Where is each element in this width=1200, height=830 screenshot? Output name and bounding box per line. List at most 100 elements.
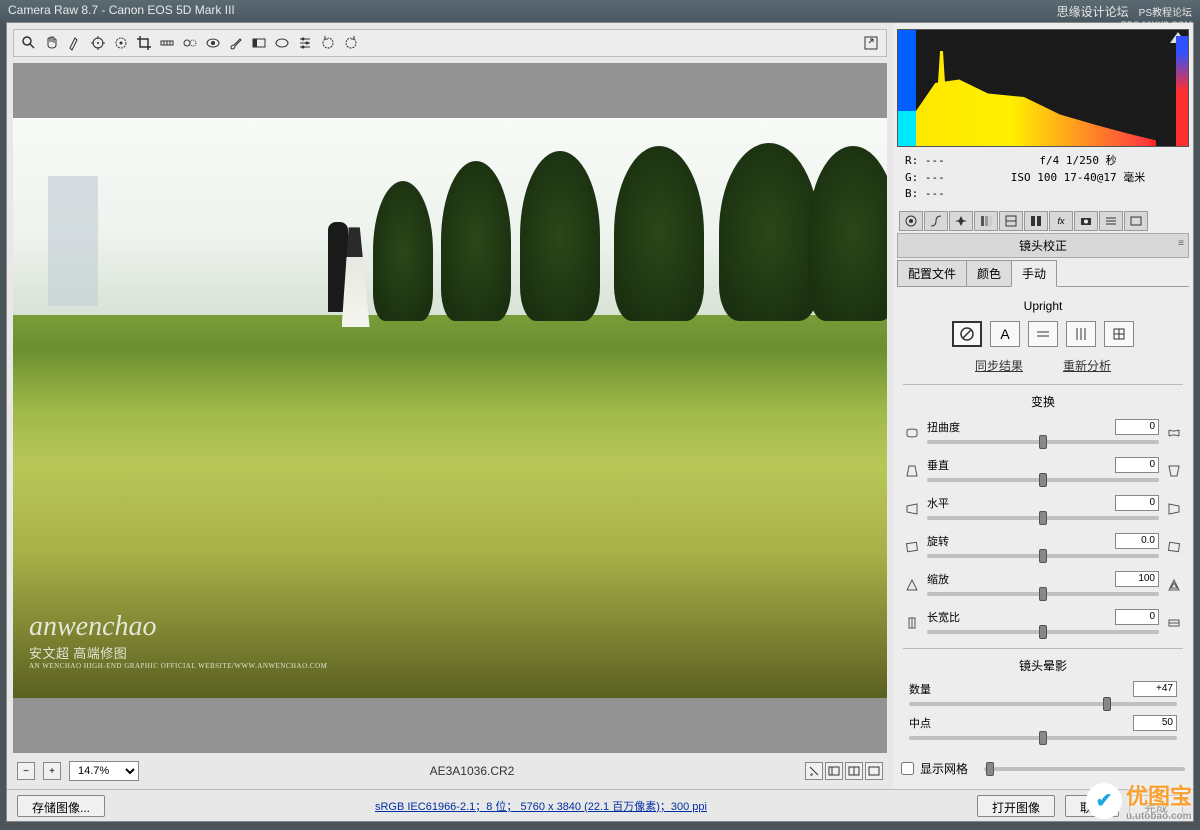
basic-tab-icon[interactable]: [899, 211, 923, 231]
vignette-midpoint-slider[interactable]: [909, 736, 1177, 740]
targeted-adjust-tool[interactable]: [110, 32, 132, 54]
horizontal-icon-right: [1165, 500, 1183, 518]
rotate-value[interactable]: [1115, 533, 1159, 549]
main-window: anwenchao 安文超 高端修图 AN WENCHAO HIGH-END G…: [6, 22, 1194, 822]
site-logo-overlay: ✔ 优图宝 u.utobao.com: [1086, 779, 1192, 822]
vertical-value[interactable]: [1115, 457, 1159, 473]
profile-subtab[interactable]: 配置文件: [897, 260, 967, 286]
preview-mode-4[interactable]: [865, 762, 883, 780]
lens-tab-icon[interactable]: [1024, 211, 1048, 231]
rotate-icon-right: [1165, 538, 1183, 556]
upright-off[interactable]: [952, 321, 982, 347]
vignette-amount-value[interactable]: [1133, 681, 1177, 697]
show-grid-row: 显示网格: [901, 760, 1185, 777]
vignette-midpoint-value[interactable]: [1133, 715, 1177, 731]
upright-level[interactable]: [1028, 321, 1058, 347]
upright-buttons: A: [899, 321, 1187, 347]
fx-tab-icon[interactable]: fx: [1049, 211, 1073, 231]
distortion-value[interactable]: [1115, 419, 1159, 435]
upright-full[interactable]: [1104, 321, 1134, 347]
info-panel: R: ---G: ---B: --- f/4 1/250 秒ISO 100 17…: [897, 147, 1189, 209]
logo-icon: ✔: [1086, 783, 1122, 819]
transform-label: 变换: [899, 393, 1187, 410]
redeye-tool[interactable]: [202, 32, 224, 54]
radial-tool[interactable]: [271, 32, 293, 54]
camera-tab-icon[interactable]: [1074, 211, 1098, 231]
reanalyze-link[interactable]: 重新分析: [1063, 357, 1111, 374]
show-grid-label: 显示网格: [920, 760, 968, 777]
panel-menu-icon[interactable]: ≡: [1178, 238, 1184, 249]
rotate-icon-left: [903, 538, 921, 556]
distortion-slider[interactable]: [927, 440, 1159, 444]
aspect-slider[interactable]: [927, 630, 1159, 634]
rotate-slider[interactable]: [927, 554, 1159, 558]
upright-links: 同步结果 重新分析: [899, 357, 1187, 374]
preview-mode-1[interactable]: [805, 762, 823, 780]
tool-group-left: [18, 32, 362, 54]
color-subtab[interactable]: 颜色: [966, 260, 1012, 286]
titlebar-right: 思缘设计论坛 PS教程论坛 BBS.16XX8.COM: [1057, 3, 1192, 19]
preview-mode-3[interactable]: [845, 762, 863, 780]
aspect-icon-left: [903, 614, 921, 632]
white-balance-tool[interactable]: [64, 32, 86, 54]
gradient-tool[interactable]: [248, 32, 270, 54]
manual-subtab[interactable]: 手动: [1011, 260, 1057, 287]
content-row: anwenchao 安文超 高端修图 AN WENCHAO HIGH-END G…: [7, 23, 1193, 789]
zoom-out-button[interactable]: −: [17, 762, 35, 780]
scale-icon-right: [1165, 576, 1183, 594]
upright-auto[interactable]: A: [990, 321, 1020, 347]
aspect-value[interactable]: [1115, 609, 1159, 625]
curve-tab-icon[interactable]: [924, 211, 948, 231]
zoom-in-button[interactable]: +: [43, 762, 61, 780]
grid-slider[interactable]: [984, 767, 1185, 771]
aspect-slider-row: 长宽比: [899, 606, 1187, 640]
save-image-button[interactable]: 存储图像...: [17, 795, 105, 817]
zoom-tool[interactable]: [18, 32, 40, 54]
show-grid-checkbox[interactable]: [901, 762, 914, 775]
rotate-cw-tool[interactable]: [340, 32, 362, 54]
titlebar: Camera Raw 8.7 - Canon EOS 5D Mark III 思…: [0, 0, 1200, 22]
spot-removal-tool[interactable]: [179, 32, 201, 54]
color-sampler-tool[interactable]: [87, 32, 109, 54]
footer: 存储图像... sRGB IEC61966-2.1；8 位； 5760 x 38…: [7, 789, 1193, 821]
detail-tab-icon[interactable]: [949, 211, 973, 231]
hand-tool[interactable]: [41, 32, 63, 54]
presets-tab-icon[interactable]: [1099, 211, 1123, 231]
upright-vertical[interactable]: [1066, 321, 1096, 347]
distortion-icon-left: [903, 424, 921, 442]
scale-value[interactable]: [1115, 571, 1159, 587]
brush-tool[interactable]: [225, 32, 247, 54]
vertical-icon-right: [1165, 462, 1183, 480]
image-preview-area[interactable]: anwenchao 安文超 高端修图 AN WENCHAO HIGH-END G…: [13, 63, 887, 753]
rotate-slider-row: 旋转: [899, 530, 1187, 564]
histogram[interactable]: [897, 29, 1189, 147]
preview-mode-2[interactable]: [825, 762, 843, 780]
straighten-tool[interactable]: [156, 32, 178, 54]
split-tab-icon[interactable]: [999, 211, 1023, 231]
zoom-select[interactable]: 14.7%: [69, 761, 139, 781]
open-image-button[interactable]: 打开图像: [977, 795, 1055, 817]
hsl-tab-icon[interactable]: [974, 211, 998, 231]
vertical-slider[interactable]: [927, 478, 1159, 482]
horizontal-slider-row: 水平: [899, 492, 1187, 526]
scale-slider[interactable]: [927, 592, 1159, 596]
preferences-tool[interactable]: [294, 32, 316, 54]
vignette-midpoint-row: 中点: [899, 714, 1187, 744]
horizontal-slider[interactable]: [927, 516, 1159, 520]
aspect-icon-right: [1165, 614, 1183, 632]
scale-icon-left: [903, 576, 921, 594]
fullscreen-toggle[interactable]: [860, 32, 882, 54]
panel-title: 镜头校正 ≡: [897, 233, 1189, 258]
vignette-label: 镜头晕影: [899, 657, 1187, 674]
snapshots-tab-icon[interactable]: [1124, 211, 1148, 231]
crop-tool[interactable]: [133, 32, 155, 54]
scale-slider-row: 缩放: [899, 568, 1187, 602]
vertical-icon-left: [903, 462, 921, 480]
rotate-ccw-tool[interactable]: [317, 32, 339, 54]
watermark: anwenchao 安文超 高端修图 AN WENCHAO HIGH-END G…: [29, 611, 327, 670]
vignette-amount-row: 数量: [899, 680, 1187, 710]
horizontal-value[interactable]: [1115, 495, 1159, 511]
sync-results-link[interactable]: 同步结果: [975, 357, 1023, 374]
vignette-amount-slider[interactable]: [909, 702, 1177, 706]
workflow-link[interactable]: sRGB IEC61966-2.1；8 位； 5760 x 3840 (22.1…: [115, 798, 967, 814]
